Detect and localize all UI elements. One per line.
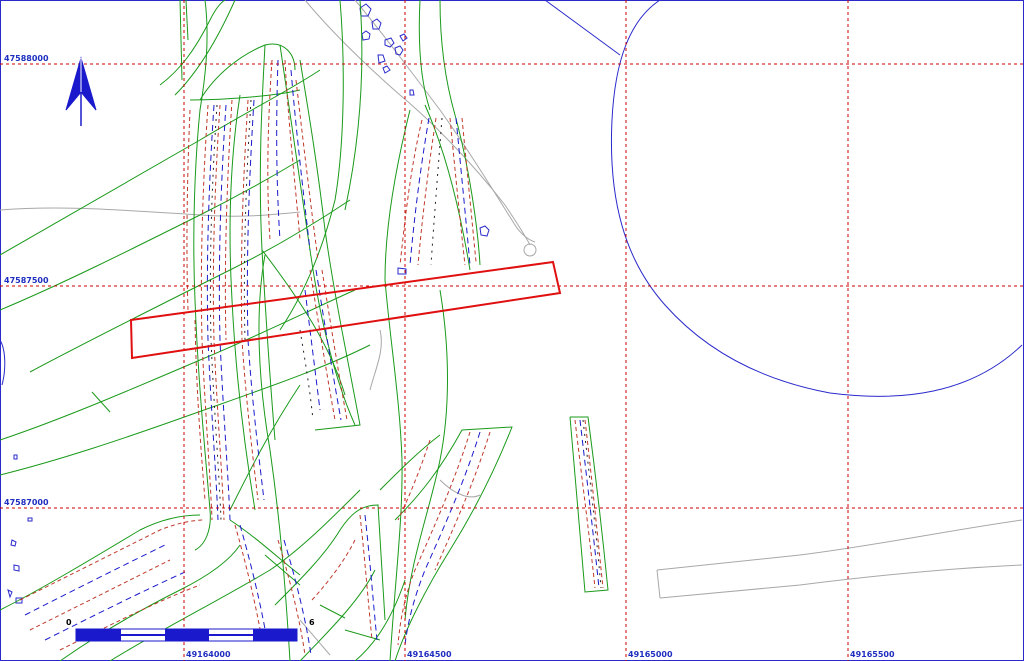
scale-bar: [75, 628, 298, 642]
scale-end-label: 6: [309, 618, 315, 627]
map-canvas[interactable]: [0, 0, 1024, 661]
y-coordinate-label: 47588000: [4, 54, 49, 63]
x-coordinate-label: 49164000: [186, 650, 231, 659]
y-coordinate-label: 47587000: [4, 498, 49, 507]
y-coordinate-label: 47587500: [4, 276, 49, 285]
scale-start-label: 0: [66, 618, 72, 627]
x-coordinate-label: 49164500: [407, 650, 452, 659]
x-coordinate-label: 49165500: [850, 650, 895, 659]
x-coordinate-label: 49165000: [628, 650, 673, 659]
